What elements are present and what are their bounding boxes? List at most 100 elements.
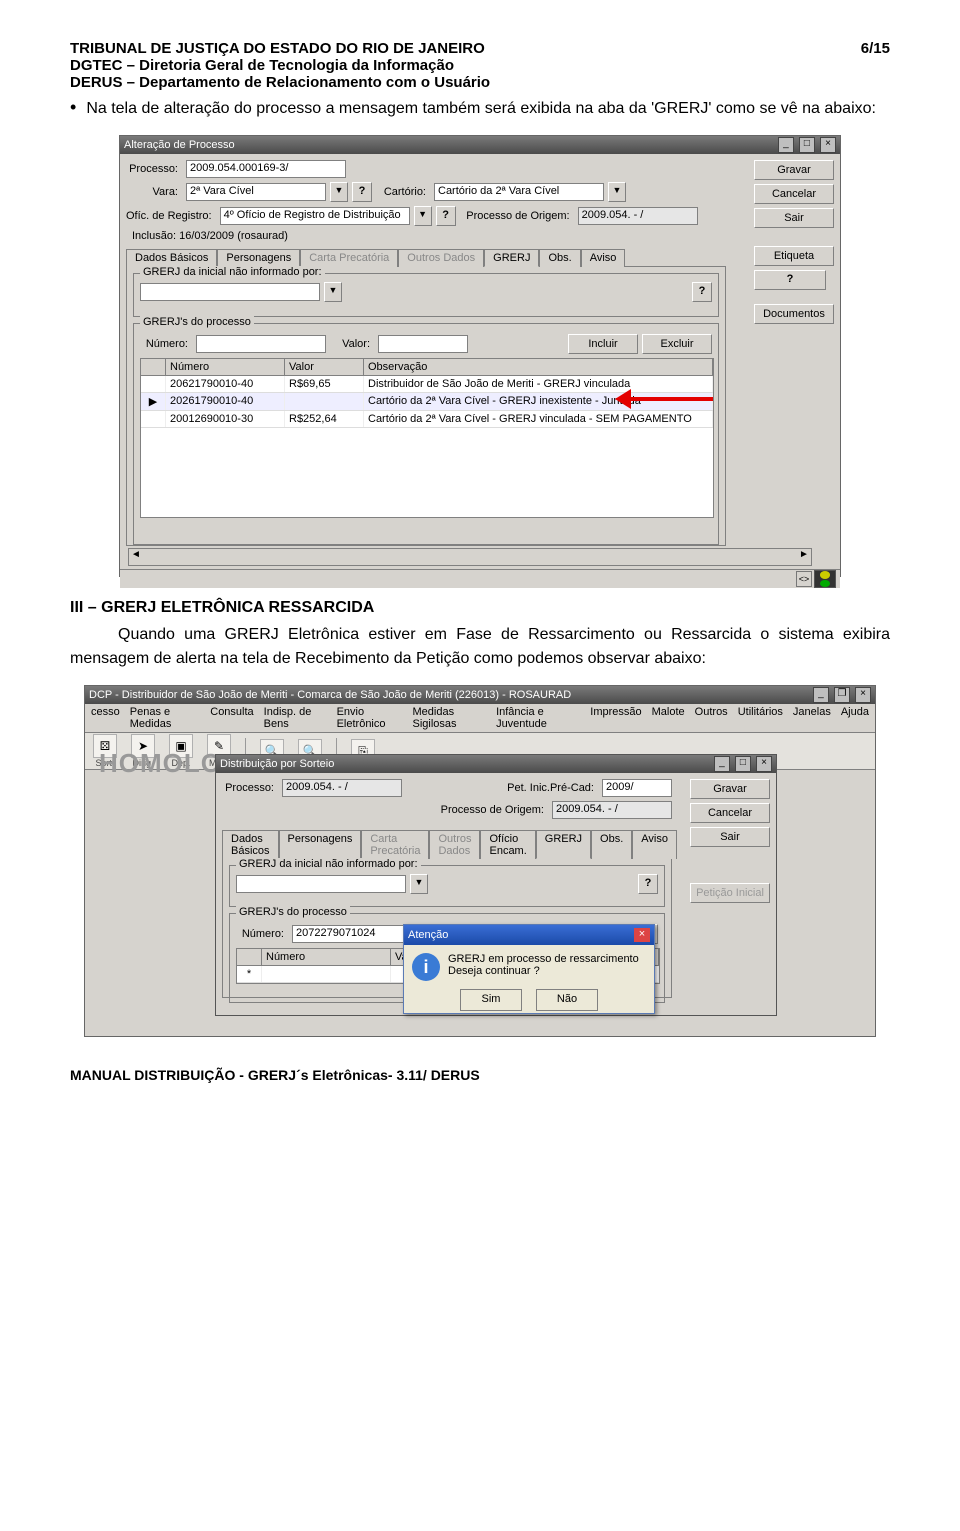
- ofic-label: Ofíc. de Registro:: [126, 210, 216, 222]
- processo-label: Processo:: [222, 782, 278, 794]
- motivo-dropdown-icon[interactable]: ▼: [324, 282, 342, 302]
- cancelar-button[interactable]: Cancelar: [690, 803, 770, 823]
- ofic-dropdown-icon[interactable]: ▼: [414, 206, 432, 226]
- tab-outros-dados: Outros Dados: [398, 249, 484, 267]
- table-row[interactable]: 20621790010-40 R$69,65 Distribuidor de S…: [141, 376, 713, 393]
- pet-field[interactable]: 2009/: [602, 779, 672, 797]
- dialog-yes-button[interactable]: Sim: [460, 989, 522, 1011]
- cell-valor: [285, 393, 364, 410]
- col-numero[interactable]: Número: [262, 949, 391, 965]
- bullet-text: Na tela de alteração do processo a mensa…: [86, 97, 876, 121]
- gravar-button[interactable]: Gravar: [690, 779, 770, 799]
- minimize-icon[interactable]: _: [813, 687, 829, 703]
- close-icon[interactable]: ×: [855, 687, 871, 703]
- excluir-button[interactable]: Excluir: [642, 334, 712, 354]
- motivo-dropdown-icon[interactable]: ▼: [410, 874, 428, 894]
- tab-grerj[interactable]: GRERJ: [484, 249, 539, 267]
- table-row[interactable]: ▶ 20261790010-40 Cartório da 2ª Vara Cív…: [141, 393, 713, 411]
- tab-dados-basicos[interactable]: Dados Básicos: [222, 830, 279, 859]
- pet-label: Pet. Inic.Pré-Cad:: [499, 782, 598, 794]
- tab-aviso[interactable]: Aviso: [632, 830, 677, 859]
- menu-item[interactable]: Medidas Sigilosas: [413, 706, 487, 730]
- motivo-field[interactable]: [236, 875, 406, 893]
- tab-personagens[interactable]: Personagens: [217, 249, 300, 267]
- sair-button[interactable]: Sair: [754, 208, 834, 228]
- window-titlebar-2: DCP - Distribuidor de São João de Meriti…: [85, 686, 875, 704]
- minimize-icon[interactable]: _: [778, 137, 794, 153]
- vara-help-icon[interactable]: ?: [352, 182, 372, 202]
- incluir-button[interactable]: Incluir: [568, 334, 638, 354]
- menu-item[interactable]: Outros: [695, 706, 728, 730]
- close-icon[interactable]: ×: [820, 137, 836, 153]
- processo-label: Processo:: [126, 163, 182, 175]
- cell-valor: R$252,64: [285, 411, 364, 427]
- menu-item[interactable]: Malote: [652, 706, 685, 730]
- tab-obs[interactable]: Obs.: [539, 249, 580, 267]
- tab-oficio[interactable]: Ofício Encam.: [480, 830, 535, 859]
- tab-dados-basicos[interactable]: Dados Básicos: [126, 249, 217, 267]
- numero-field[interactable]: [196, 335, 326, 353]
- tab-carta-precatoria: Carta Precatória: [300, 249, 398, 267]
- col-valor[interactable]: Valor: [285, 359, 364, 375]
- ofic-field[interactable]: 4º Ofício de Registro de Distribuição: [220, 207, 410, 225]
- dialog-no-button[interactable]: Não: [536, 989, 598, 1011]
- help-button[interactable]: ?: [754, 270, 826, 290]
- cell-numero: 20261790010-40: [166, 393, 285, 410]
- sair-button[interactable]: Sair: [690, 827, 770, 847]
- processo-field: 2009.054. - /: [282, 779, 402, 797]
- vara-label: Vara:: [126, 186, 182, 198]
- menu-item[interactable]: Envio Eletrônico: [337, 706, 403, 730]
- statusbar: <>: [120, 569, 840, 588]
- motivo-help-icon[interactable]: ?: [638, 874, 658, 894]
- maximize-icon[interactable]: □: [799, 137, 815, 153]
- processo-field[interactable]: 2009.054.000169-3/: [186, 160, 346, 178]
- vara-field[interactable]: 2ª Vara Cível: [186, 183, 326, 201]
- col-marker: [237, 949, 262, 965]
- table-row[interactable]: 20012690010-30 R$252,64 Cartório da 2ª V…: [141, 411, 713, 428]
- cartorio-field[interactable]: Cartório da 2ª Vara Cível: [434, 183, 604, 201]
- dialog-close-icon[interactable]: ×: [634, 928, 650, 942]
- alert-dialog: Atenção × i GRERJ em processo de ressarc…: [403, 924, 655, 1014]
- menubar: cesso Penas e Medidas Consulta Indisp. d…: [85, 704, 875, 733]
- page-footer: MANUAL DISTRIBUIÇÃO - GRERJ´s Eletrônica…: [70, 1067, 890, 1083]
- menu-item[interactable]: cesso: [91, 706, 120, 730]
- cartorio-dropdown-icon[interactable]: ▼: [608, 182, 626, 202]
- cancelar-button[interactable]: Cancelar: [754, 184, 834, 204]
- menu-item[interactable]: Utilitários: [738, 706, 783, 730]
- group-grerj-inicial: GRERJ da inicial não informado por:: [236, 858, 421, 870]
- section-title: III – GRERJ ELETRÔNICA RESSARCIDA: [70, 599, 890, 617]
- menu-item[interactable]: Ajuda: [841, 706, 869, 730]
- documentos-button[interactable]: Documentos: [754, 304, 834, 324]
- close-icon[interactable]: ×: [756, 756, 772, 772]
- gravar-button[interactable]: Gravar: [754, 160, 834, 180]
- group-grerj-processo: GRERJ's do processo: [236, 906, 350, 918]
- scrollbar-horizontal[interactable]: ◄►: [128, 548, 812, 566]
- menu-item[interactable]: Infância e Juventude: [496, 706, 580, 730]
- etiqueta-button[interactable]: Etiqueta: [754, 246, 834, 266]
- col-numero[interactable]: Número: [166, 359, 285, 375]
- menu-item[interactable]: Impressão: [590, 706, 641, 730]
- motivo-help-icon[interactable]: ?: [692, 282, 712, 302]
- inner-window-title: Distribuição por Sorteio: [220, 758, 334, 770]
- menu-item[interactable]: Consulta: [210, 706, 253, 730]
- restore-icon[interactable]: ❐: [834, 687, 850, 703]
- group-grerj-inicial: GRERJ da inicial não informado por:: [140, 266, 325, 278]
- tab-aviso[interactable]: Aviso: [581, 249, 626, 267]
- dialog-message-line1: GRERJ em processo de ressarcimento: [448, 953, 639, 965]
- vara-dropdown-icon[interactable]: ▼: [330, 182, 348, 202]
- maximize-icon[interactable]: □: [735, 756, 751, 772]
- motivo-field[interactable]: [140, 283, 320, 301]
- tab-grerj[interactable]: GRERJ: [536, 830, 591, 859]
- tab-personagens[interactable]: Personagens: [279, 830, 362, 859]
- inclusao-text: Inclusão: 16/03/2009 (rosaurad): [132, 230, 726, 242]
- info-icon: i: [412, 953, 440, 981]
- minimize-icon[interactable]: _: [714, 756, 730, 772]
- menu-item[interactable]: Penas e Medidas: [130, 706, 201, 730]
- valor-field[interactable]: [378, 335, 468, 353]
- screenshot-alteracao: Alteração de Processo _ □ × Gravar Cance…: [119, 135, 841, 577]
- menu-item[interactable]: Janelas: [793, 706, 831, 730]
- ofic-help-icon[interactable]: ?: [436, 206, 456, 226]
- menu-item[interactable]: Indisp. de Bens: [264, 706, 327, 730]
- tab-obs[interactable]: Obs.: [591, 830, 632, 859]
- col-observacao[interactable]: Observação: [364, 359, 713, 375]
